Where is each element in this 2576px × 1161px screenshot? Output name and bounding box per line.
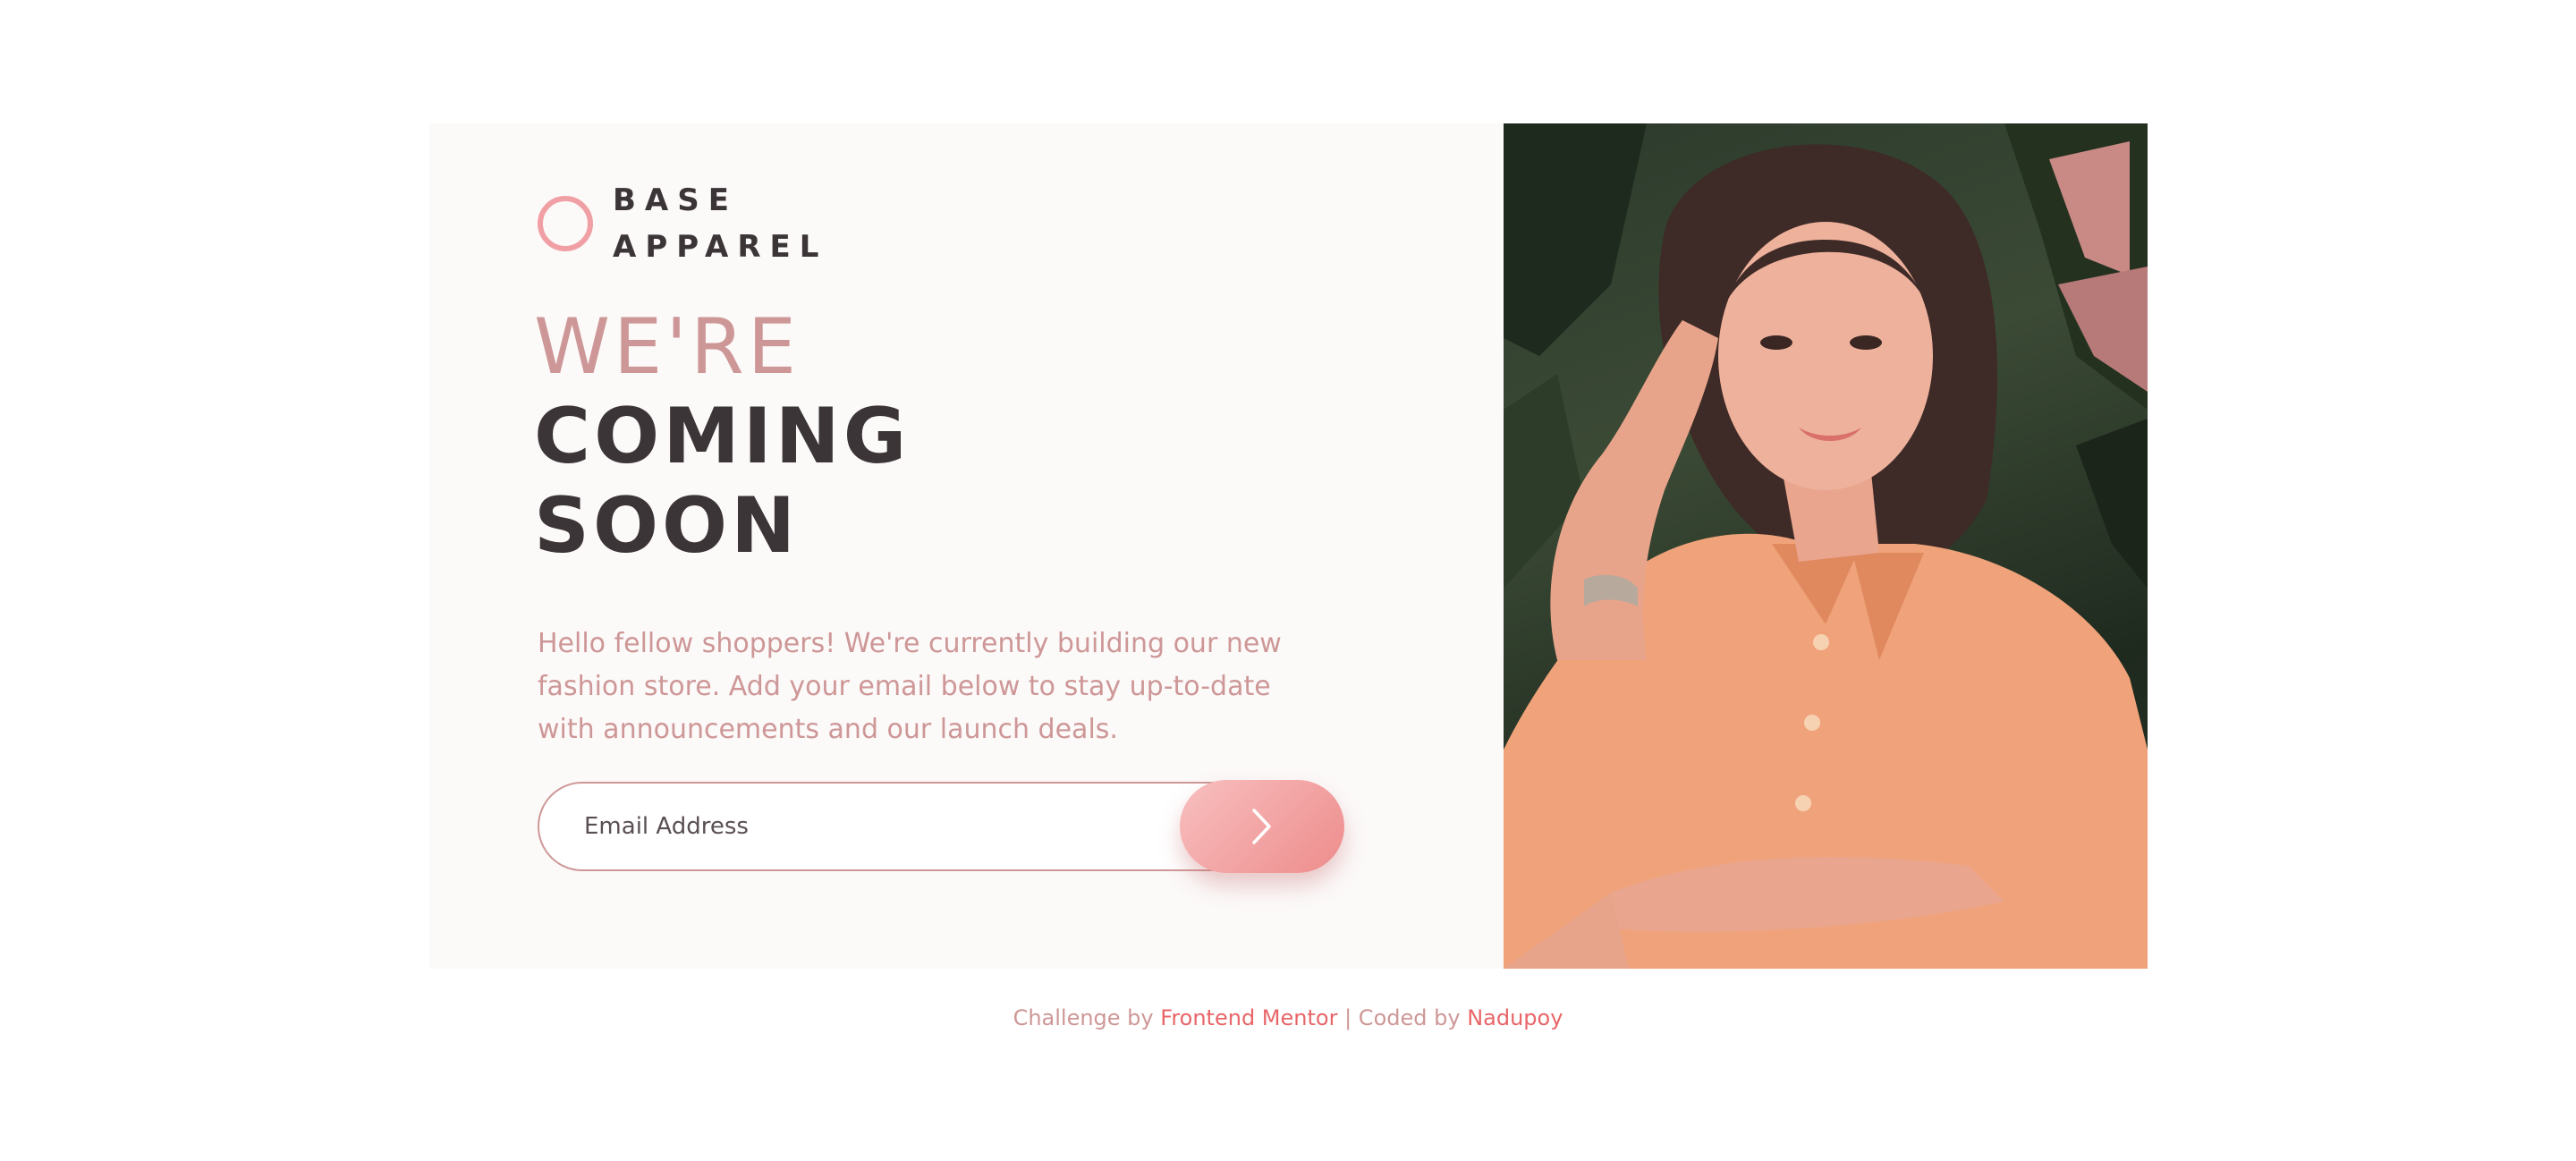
logo-line-1: BASE: [613, 182, 738, 218]
signup-form: [538, 780, 1344, 875]
logo-text: BASE APPAREL: [613, 177, 827, 270]
attribution-footer: Challenge by Frontend Mentor | Coded by …: [0, 1005, 2576, 1030]
content-panel: BASE APPAREL WE'RE COMING SOON Hello fel…: [429, 123, 1504, 969]
main-card: BASE APPAREL WE'RE COMING SOON Hello fel…: [429, 123, 2148, 969]
page-headline: WE'RE COMING SOON: [534, 302, 910, 571]
chevron-right-icon: [1252, 809, 1271, 844]
footer-separator: | Coded by: [1344, 1005, 1461, 1030]
hero-photo: [1504, 123, 2148, 969]
footer-prefix: Challenge by: [1013, 1005, 1154, 1030]
author-link[interactable]: Nadupoy: [1467, 1005, 1563, 1030]
brand-logo[interactable]: BASE APPAREL: [538, 177, 827, 270]
logo-line-2: APPAREL: [613, 229, 828, 265]
headline-light: WE'RE: [534, 302, 801, 392]
frontend-mentor-link[interactable]: Frontend Mentor: [1160, 1005, 1337, 1030]
intro-text: Hello fellow shoppers! We're currently b…: [538, 628, 1282, 745]
headline-bold-2: SOON: [534, 481, 800, 571]
submit-button[interactable]: [1180, 780, 1344, 873]
logo-ring-icon: [538, 196, 593, 251]
headline-bold-1: COMING: [534, 392, 911, 481]
hero-photo-illustration: [1504, 123, 2148, 969]
